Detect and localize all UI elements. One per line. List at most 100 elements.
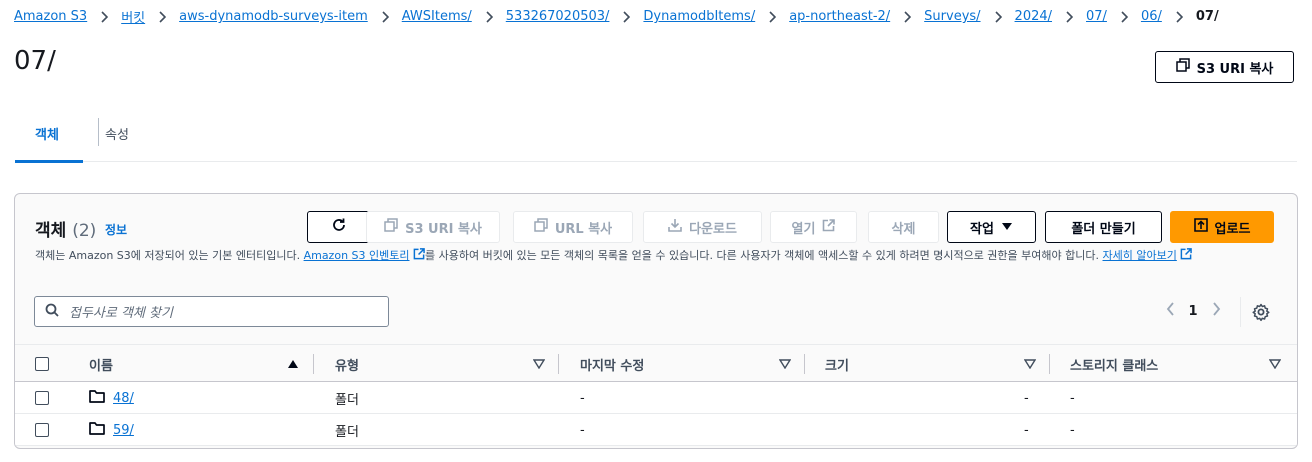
- inventory-link[interactable]: Amazon S3 인벤토리: [304, 249, 410, 262]
- tab-list: 객체 속성: [15, 116, 1297, 163]
- breadcrumb-year[interactable]: 2024/: [1015, 9, 1052, 24]
- chevron-right-icon: [145, 10, 179, 23]
- sort-icon[interactable]: [1023, 358, 1037, 373]
- delete-label: 삭제: [891, 221, 916, 237]
- external-link-icon: [822, 218, 836, 236]
- column-divider: [1049, 354, 1050, 374]
- tab-properties[interactable]: 속성: [105, 124, 129, 143]
- objects-title: 객체: [35, 221, 67, 241]
- breadcrumb-bucket-name[interactable]: aws-dynamodb-surveys-item: [179, 9, 368, 24]
- breadcrumb-amazon-s3[interactable]: Amazon S3: [14, 9, 87, 24]
- breadcrumb-region[interactable]: ap-northeast-2/: [789, 9, 890, 24]
- search-box[interactable]: 접두사로 객체 찾기: [34, 296, 389, 327]
- delete-button[interactable]: 삭제: [868, 211, 939, 243]
- copy-s3-uri-toolbar-button[interactable]: S3 URI 복사: [366, 211, 500, 243]
- copy-icon: [1175, 58, 1190, 76]
- objects-description: 객체는 Amazon S3에 저장되어 있는 기본 엔터티입니다. Amazon…: [35, 248, 1275, 264]
- sort-ascending-icon[interactable]: [287, 358, 299, 373]
- chevron-right-icon: [609, 10, 643, 23]
- chevron-right-icon: [1162, 10, 1196, 23]
- tab-objects[interactable]: 객체: [35, 124, 59, 143]
- previous-page-icon[interactable]: [1157, 302, 1183, 320]
- breadcrumb-day[interactable]: 06/: [1141, 9, 1162, 24]
- row-checkbox[interactable]: [35, 391, 49, 405]
- open-label: 열기: [791, 221, 816, 237]
- breadcrumb-account[interactable]: 533267020503/: [506, 9, 610, 24]
- breadcrumb-dynamodbitems[interactable]: DynamodbItems/: [643, 9, 755, 24]
- actions-label: 작업: [970, 221, 994, 237]
- table-row[interactable]: 59/ 폴더 - - -: [15, 414, 1297, 446]
- chevron-right-icon: [368, 10, 402, 23]
- tab-divider: [98, 118, 99, 146]
- search-icon: [45, 303, 59, 321]
- chevron-right-icon: [472, 10, 506, 23]
- create-folder-label: 폴더 만들기: [1071, 221, 1136, 237]
- column-divider: [313, 354, 314, 374]
- learn-more-link[interactable]: 자세히 알아보기: [1103, 249, 1177, 262]
- column-divider: [804, 354, 805, 374]
- actions-dropdown-button[interactable]: 작업: [947, 211, 1036, 243]
- size-cell: -: [1024, 390, 1029, 406]
- open-button[interactable]: 열기: [770, 211, 857, 243]
- next-page-icon[interactable]: [1203, 302, 1229, 320]
- create-folder-button[interactable]: 폴더 만들기: [1045, 211, 1162, 243]
- external-link-icon: [413, 248, 425, 264]
- upload-icon: [1193, 218, 1208, 236]
- refresh-button[interactable]: [307, 211, 370, 243]
- folder-link[interactable]: 48/: [113, 391, 134, 406]
- column-modified-header[interactable]: 마지막 수정: [580, 345, 644, 383]
- storage-class-cell: -: [1070, 390, 1075, 406]
- objects-panel-header: 객체 (2) 정보 S3 URI 복사 URL 복사 다운로드 열기 삭제 작업…: [15, 194, 1297, 344]
- download-icon: [668, 218, 682, 236]
- column-size-header[interactable]: 크기: [825, 345, 849, 383]
- copy-icon: [534, 218, 548, 236]
- chevron-right-icon: [981, 10, 1015, 23]
- sort-icon[interactable]: [778, 358, 792, 373]
- table-header: 이름 유형 마지막 수정 크기 스토리지 클래스: [15, 344, 1297, 382]
- upload-label: 업로드: [1214, 221, 1251, 237]
- page-title: 07/: [14, 46, 56, 76]
- upload-button[interactable]: 업로드: [1170, 211, 1274, 243]
- select-all-checkbox[interactable]: [35, 357, 49, 371]
- copy-s3-uri-label: S3 URI 복사: [1196, 61, 1274, 77]
- folder-link[interactable]: 59/: [113, 423, 134, 438]
- download-label: 다운로드: [689, 221, 737, 237]
- sort-icon[interactable]: [532, 358, 546, 373]
- info-link[interactable]: 정보: [105, 221, 127, 238]
- column-type-header[interactable]: 유형: [335, 345, 359, 383]
- breadcrumb-month[interactable]: 07/: [1086, 9, 1107, 24]
- pagination: 1: [1157, 302, 1229, 320]
- sort-icon[interactable]: [1268, 358, 1282, 373]
- copy-url-label: URL 복사: [554, 221, 613, 237]
- page-number[interactable]: 1: [1183, 304, 1203, 319]
- gear-icon[interactable]: [1251, 302, 1271, 326]
- row-checkbox[interactable]: [35, 423, 49, 437]
- column-storage-class-header[interactable]: 스토리지 클래스: [1070, 345, 1158, 383]
- refresh-icon: [331, 217, 347, 237]
- pagination-divider: [1240, 297, 1241, 327]
- copy-icon: [384, 218, 398, 236]
- objects-count: (2): [72, 221, 97, 241]
- type-cell: 폴더: [335, 424, 359, 440]
- download-button[interactable]: 다운로드: [643, 211, 762, 243]
- folder-icon: [89, 389, 105, 407]
- external-link-icon: [1180, 248, 1193, 264]
- chevron-right-icon: [1107, 10, 1141, 23]
- breadcrumb-awsitems[interactable]: AWSItems/: [402, 9, 472, 24]
- breadcrumb-surveys[interactable]: Surveys/: [924, 9, 980, 24]
- copy-s3-uri-button[interactable]: S3 URI 복사: [1155, 51, 1294, 83]
- column-divider: [558, 354, 559, 374]
- breadcrumb-current: 07/: [1195, 9, 1219, 24]
- chevron-right-icon: [755, 10, 789, 23]
- chevron-right-icon: [890, 10, 924, 23]
- table-row[interactable]: 48/ 폴더 - - -: [15, 382, 1297, 414]
- folder-icon: [89, 421, 105, 439]
- search-input[interactable]: 접두사로 객체 찾기: [69, 302, 173, 321]
- caret-down-icon: [1001, 220, 1013, 235]
- column-name-header[interactable]: 이름: [89, 345, 113, 383]
- objects-heading: 객체 (2): [35, 216, 96, 241]
- breadcrumb-buckets[interactable]: 버킷: [121, 7, 145, 26]
- copy-url-button[interactable]: URL 복사: [513, 211, 633, 243]
- chevron-right-icon: [1052, 10, 1086, 23]
- modified-cell: -: [580, 390, 585, 406]
